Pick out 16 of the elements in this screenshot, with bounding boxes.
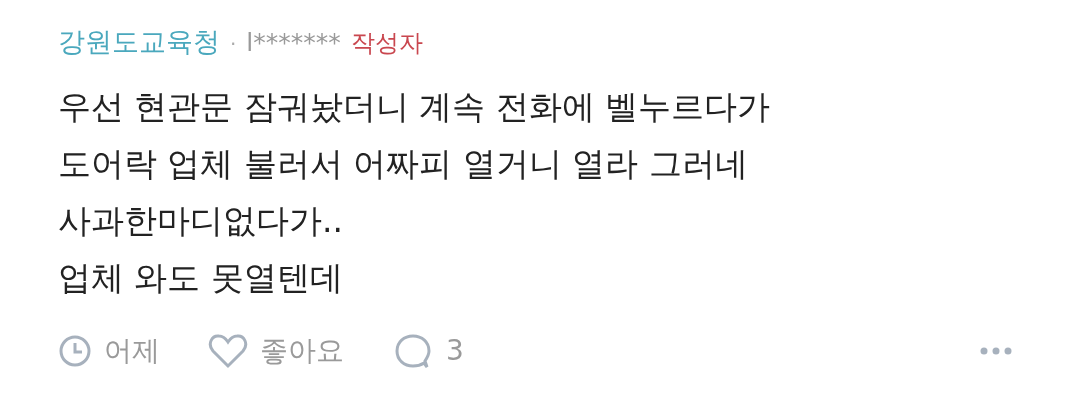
- comment-text: 우선 현관문 잠궈놨더니 계속 전화에 벨누르다가: [58, 86, 772, 128]
- comment-text: 사과한마디없다가..: [58, 200, 344, 242]
- clock-icon: [58, 334, 92, 368]
- speech-bubble-icon: [394, 333, 432, 369]
- comment-text: 도어락 업체 불러서 어짜피 열거니 열라 그러네: [58, 143, 749, 185]
- time-label: 어제: [104, 333, 160, 369]
- heart-icon: [208, 333, 248, 369]
- like-button[interactable]: 좋아요: [208, 330, 344, 372]
- separator: ·: [230, 31, 237, 58]
- more-button[interactable]: [980, 347, 1012, 355]
- author-name[interactable]: 강원도교육청: [58, 22, 220, 63]
- author-label: 작성자: [350, 28, 423, 59]
- user-id: l*******: [246, 27, 341, 59]
- reply-button[interactable]: 3: [394, 330, 464, 372]
- comment-text: 업체 와도 못열텐데: [58, 257, 344, 299]
- more-icon: [980, 347, 1012, 355]
